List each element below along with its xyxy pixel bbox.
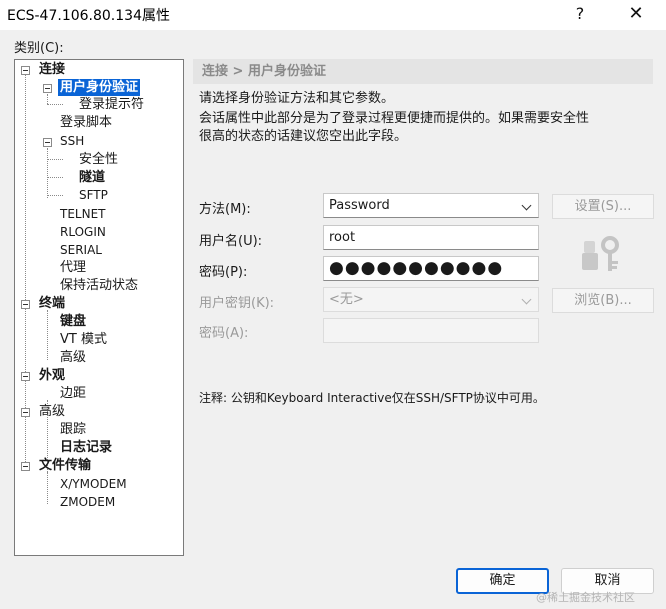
collapse-toggle[interactable]: [43, 138, 52, 147]
properties-dialog: ECS-47.106.80.134属性 ? ✕ 类别(C): 连接 用户身份验证…: [0, 0, 666, 609]
collapse-toggle[interactable]: [43, 84, 52, 93]
collapse-toggle[interactable]: [21, 300, 30, 309]
window-title: ECS-47.106.80.134属性: [7, 8, 170, 24]
tree-item-rlogin[interactable]: RLOGIN: [60, 224, 106, 241]
tree-item-xymodem[interactable]: X/YMODEM: [60, 476, 127, 493]
passphrase-label: 密码(A):: [199, 326, 249, 341]
tree-item-tunnel[interactable]: 隧道: [79, 169, 105, 186]
tree-line: [47, 195, 63, 196]
note-text: 注释: 公钥和Keyboard Interactive仅在SSH/SFTP协议中…: [199, 391, 545, 405]
tree-line: [47, 94, 48, 104]
username-label: 用户名(U):: [199, 234, 263, 249]
category-tree[interactable]: 连接 用户身份验证 登录提示符 登录脚本 SSH 安全性 隧道 SFTP TEL…: [14, 59, 184, 556]
collapse-toggle[interactable]: [21, 66, 30, 75]
tree-line: [47, 148, 48, 198]
tree-item-advanced[interactable]: 高级: [39, 403, 65, 420]
tree-item-keep-alive[interactable]: 保持活动状态: [60, 277, 138, 294]
tree-item-proxy[interactable]: 代理: [60, 259, 86, 276]
tree-line: [47, 104, 63, 105]
tree-item-vt-mode[interactable]: VT 模式: [60, 331, 107, 348]
password-input[interactable]: ●●●●●●●●●●●: [323, 256, 539, 281]
tree-item-terminal-advanced[interactable]: 高级: [60, 349, 86, 366]
watermark: @稀土掘金技术社区: [536, 591, 635, 604]
tree-item-trace[interactable]: 跟踪: [60, 421, 86, 438]
description-line-3: 很高的状态的话建议您空出此字段。: [199, 129, 408, 144]
tree-line: [47, 310, 48, 360]
password-label: 密码(P):: [199, 265, 248, 280]
tree-line: [47, 472, 48, 504]
section-header: 连接 > 用户身份验证: [193, 59, 653, 84]
tree-item-login-script[interactable]: 登录脚本: [60, 114, 112, 131]
description-line-1: 请选择身份验证方法和其它参数。: [199, 91, 395, 106]
tree-item-sftp[interactable]: SFTP: [79, 187, 108, 204]
description-line-2: 会话属性中此部分是为了登录过程更便捷而提供的。如果需要安全性: [199, 111, 590, 126]
title-bar: ECS-47.106.80.134属性 ? ✕: [0, 0, 666, 30]
tree-item-keyboard[interactable]: 键盘: [60, 313, 86, 330]
tree-item-connection[interactable]: 连接: [39, 61, 65, 78]
method-select[interactable]: Password: [323, 193, 539, 218]
tree-item-ssh[interactable]: SSH: [60, 133, 84, 150]
method-label: 方法(M):: [199, 202, 251, 217]
help-button[interactable]: ?: [564, 2, 596, 26]
category-label: 类别(C):: [14, 41, 64, 56]
key-icon: [582, 236, 619, 271]
tree-item-margins[interactable]: 边距: [60, 385, 86, 402]
user-key-label: 用户密钥(K):: [199, 296, 275, 311]
user-key-value: <无>: [329, 292, 364, 307]
tree-line: [47, 177, 63, 178]
tree-item-zmodem[interactable]: ZMODEM: [60, 494, 115, 511]
tree-item-serial[interactable]: SERIAL: [60, 242, 102, 259]
chevron-down-icon: [521, 200, 532, 211]
tree-item-user-auth[interactable]: 用户身份验证: [58, 79, 141, 96]
username-input[interactable]: root: [323, 225, 539, 250]
tree-item-file-transfer[interactable]: 文件传输: [39, 457, 91, 474]
passphrase-input[interactable]: [323, 318, 539, 343]
method-value: Password: [329, 198, 390, 213]
collapse-toggle[interactable]: [21, 372, 30, 381]
tree-item-security[interactable]: 安全性: [79, 151, 118, 168]
chevron-down-icon: [521, 294, 532, 305]
collapse-toggle[interactable]: [21, 408, 30, 417]
settings-button[interactable]: 设置(S)...: [552, 194, 654, 219]
close-button[interactable]: ✕: [620, 2, 652, 26]
tree-line: [47, 159, 63, 160]
user-key-select[interactable]: <无>: [323, 287, 539, 312]
tree-item-telnet[interactable]: TELNET: [60, 206, 106, 223]
collapse-toggle[interactable]: [21, 462, 30, 471]
tree-item-login-prompts[interactable]: 登录提示符: [79, 96, 144, 113]
tree-item-logging[interactable]: 日志记录: [60, 439, 112, 456]
tree-item-appearance[interactable]: 外观: [39, 367, 65, 384]
tree-item-terminal[interactable]: 终端: [39, 295, 65, 312]
browse-button[interactable]: 浏览(B)...: [552, 288, 654, 313]
